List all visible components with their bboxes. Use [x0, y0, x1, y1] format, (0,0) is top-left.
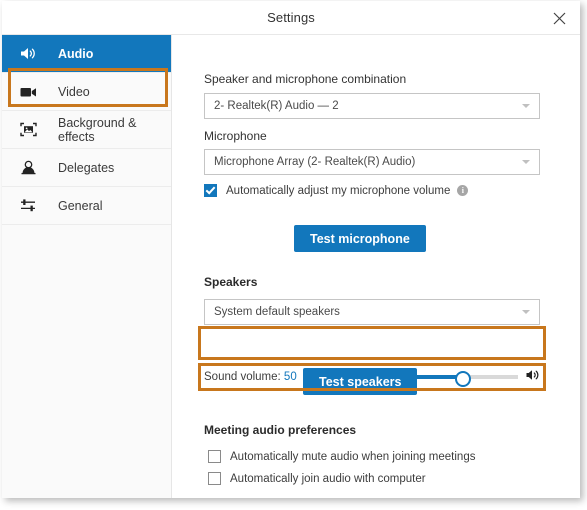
speakers-select-value: System default speakers [214, 306, 340, 318]
speaker-icon [20, 46, 42, 61]
sidebar-item-delegates[interactable]: Delegates [2, 149, 171, 187]
sound-volume-label: Sound volume: [204, 371, 281, 383]
window-body: Audio Video Background & effects Delegat… [2, 35, 580, 498]
speaker-loud-icon[interactable] [526, 368, 540, 386]
sidebar-item-label: Delegates [58, 160, 115, 175]
sidebar-item-video[interactable]: Video [2, 73, 171, 111]
sidebar-item-background-effects[interactable]: Background & effects [2, 111, 171, 149]
sound-volume-text: Sound volume: 50 [204, 371, 297, 383]
chevron-down-icon [522, 104, 530, 108]
auto-join-label: Automatically join audio with computer [230, 472, 426, 485]
page-title: Settings [267, 10, 315, 25]
auto-mute-label: Automatically mute audio when joining me… [230, 450, 476, 463]
test-speakers-button[interactable]: Test speakers [303, 368, 418, 395]
combination-select[interactable]: 2- Realtek(R) Audio — 2 [204, 93, 540, 119]
microphone-label: Microphone [204, 129, 267, 143]
sidebar-item-label: Audio [58, 46, 94, 61]
test-microphone-button[interactable]: Test microphone [294, 225, 426, 252]
sidebar-item-label: Background & effects [58, 115, 137, 144]
image-frame-icon [20, 122, 42, 137]
auto-mute-row[interactable]: Automatically mute audio when joining me… [208, 450, 475, 463]
auto-mute-checkbox[interactable] [208, 450, 221, 463]
sidebar: Audio Video Background & effects Delegat… [2, 35, 172, 498]
chevron-down-icon [522, 310, 530, 314]
sidebar-item-general[interactable]: General [2, 187, 171, 225]
microphone-select[interactable]: Microphone Array (2- Realtek(R) Audio) [204, 149, 540, 175]
person-icon [20, 160, 42, 175]
sidebar-item-audio[interactable]: Audio [2, 35, 171, 73]
volume-slider-track[interactable] [404, 371, 518, 387]
auto-adjust-mic-row[interactable]: Automatically adjust my microphone volum… [204, 184, 469, 197]
auto-join-row[interactable]: Automatically join audio with computer [208, 472, 426, 485]
speakers-heading: Speakers [204, 275, 258, 289]
auto-join-checkbox[interactable] [208, 472, 221, 485]
close-icon[interactable] [548, 7, 570, 29]
sliders-icon [20, 198, 42, 213]
volume-slider-thumb[interactable] [455, 371, 471, 387]
video-camera-icon [20, 85, 42, 99]
chevron-down-icon [522, 160, 530, 164]
info-icon[interactable]: i [457, 185, 469, 196]
microphone-select-value: Microphone Array (2- Realtek(R) Audio) [214, 156, 416, 168]
audio-settings-panel: Speaker and microphone combination 2- Re… [172, 35, 580, 498]
speakers-select[interactable]: System default speakers [204, 299, 540, 325]
auto-adjust-mic-label: Automatically adjust my microphone volum… [226, 184, 451, 197]
highlight-box-speakers-select [198, 326, 546, 360]
settings-window: Settings Audio Video Background & effect… [2, 1, 580, 498]
combination-label: Speaker and microphone combination [204, 72, 407, 86]
sidebar-item-label: General [58, 198, 103, 213]
title-bar: Settings [2, 1, 580, 35]
auto-adjust-mic-checkbox[interactable] [204, 184, 217, 197]
meeting-audio-preferences-heading: Meeting audio preferences [204, 423, 357, 437]
sidebar-item-label: Video [58, 84, 90, 99]
sound-volume-value: 50 [283, 371, 297, 383]
combination-select-value: 2- Realtek(R) Audio — 2 [214, 100, 339, 112]
